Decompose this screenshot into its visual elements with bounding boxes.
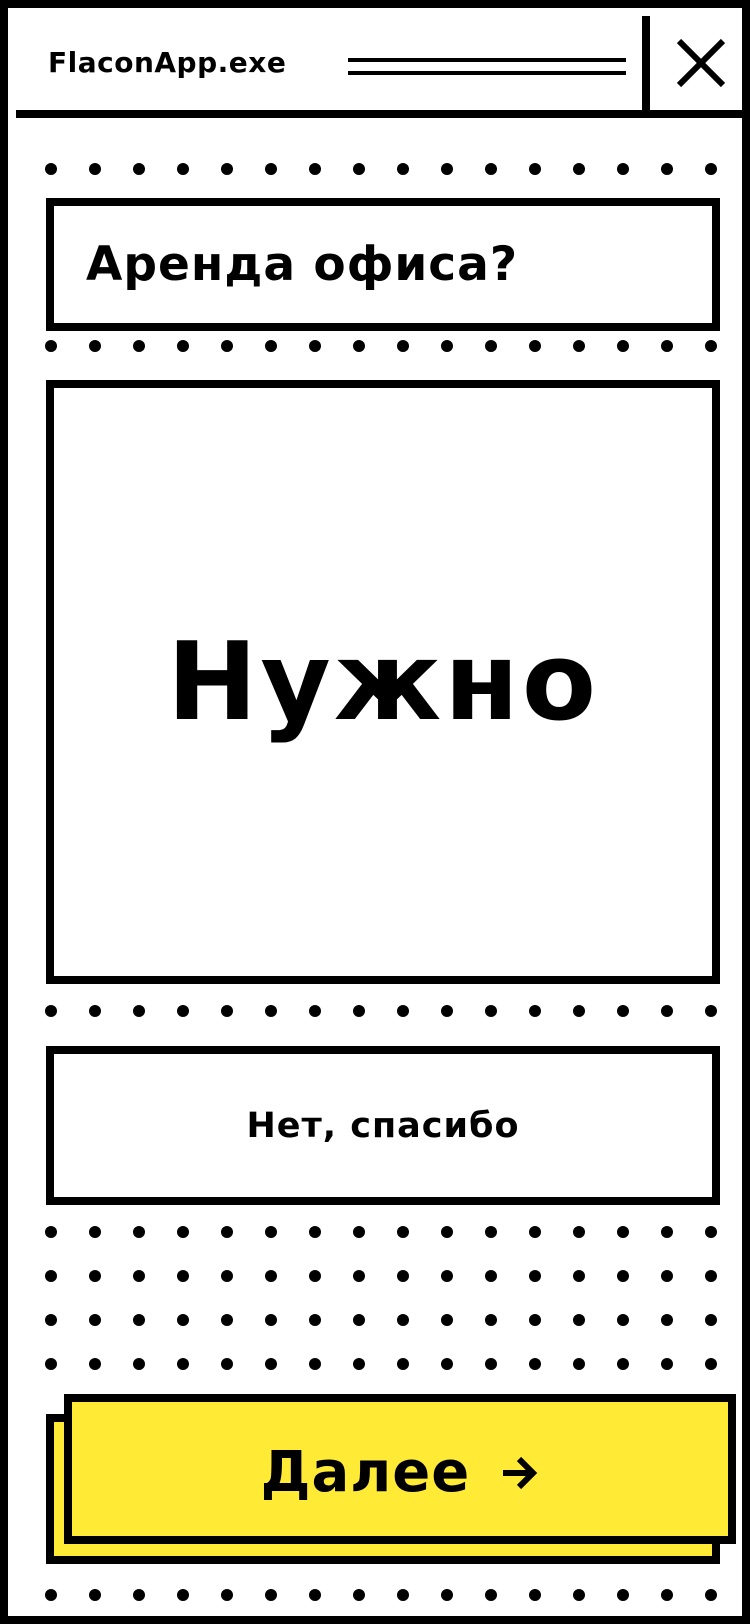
dot-divider <box>44 1004 724 1018</box>
dot-divider <box>44 339 724 353</box>
next-button-label: Далее <box>260 1440 471 1505</box>
dot-divider <box>44 162 724 176</box>
window-title: FlaconApp.exe <box>48 46 287 79</box>
title-bar-decoration <box>348 58 626 76</box>
title-bar: FlaconApp.exe <box>16 16 750 118</box>
dot-divider <box>44 1588 724 1602</box>
decline-button[interactable]: Нет, спасибо <box>46 1046 720 1205</box>
decline-button-label: Нет, спасибо <box>246 1106 520 1146</box>
app-window: FlaconApp.exe Аренда офиса? Нужно Нет, с… <box>0 0 750 1624</box>
dot-divider <box>44 1269 724 1283</box>
dot-divider <box>44 1225 724 1239</box>
close-button[interactable] <box>642 16 750 110</box>
dot-divider <box>44 1313 724 1327</box>
question-card: Аренда офиса? <box>46 198 720 331</box>
dot-divider <box>44 1357 724 1371</box>
answer-card[interactable]: Нужно <box>46 380 720 984</box>
next-button[interactable]: Далее <box>64 1394 736 1544</box>
close-icon <box>676 38 726 88</box>
question-text: Аренда офиса? <box>86 237 519 292</box>
arrow-right-icon <box>503 1456 538 1490</box>
answer-text: Нужно <box>166 620 600 745</box>
